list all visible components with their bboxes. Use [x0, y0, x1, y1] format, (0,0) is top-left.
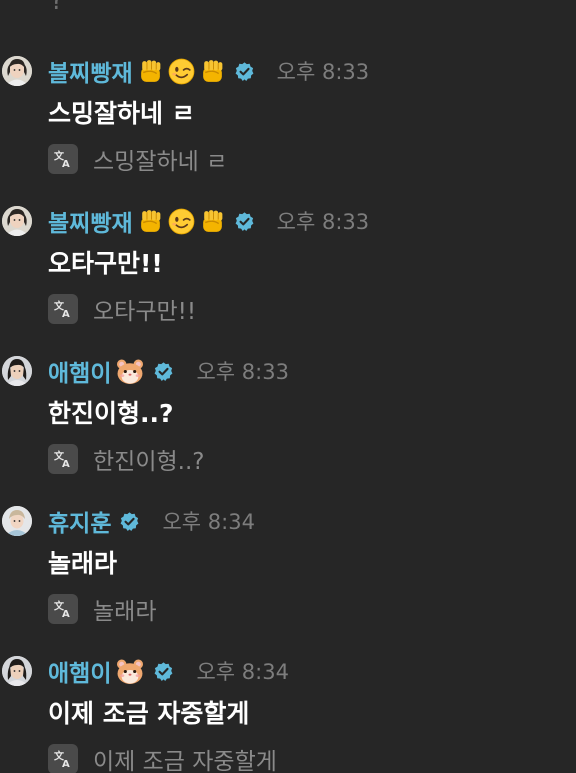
verified-badge-icon	[153, 361, 174, 382]
raised-fist-icon	[199, 208, 226, 235]
cut-off-message-text: ?	[50, 0, 64, 16]
translate-icon[interactable]	[48, 144, 78, 174]
chat-message: 애햄이 오후 8:34 이제 조금 자중할게 이제 조금 자중할게	[0, 654, 576, 773]
username[interactable]: 볼찌빵재	[48, 54, 133, 88]
timestamp: 오후 8:33	[196, 360, 289, 384]
translation-row[interactable]: 이제 조금 자중할게	[48, 742, 277, 773]
translated-text: 놀래라	[93, 599, 157, 625]
username[interactable]: 애햄이	[48, 354, 111, 388]
raised-fist-icon	[199, 58, 226, 85]
chat-message: 볼찌빵재 오후 8:33 스밍잘하네 ㄹ 스밍잘하네 ㄹ	[0, 54, 576, 204]
message-header: 볼찌빵재 오후 8:33	[48, 204, 369, 238]
avatar[interactable]	[2, 56, 32, 86]
chat-log: ? 볼찌빵재 오후 8:33 스밍잘하네 ㄹ 스밍잘하네 ㄹ 볼찌빵재 오후 8…	[0, 0, 576, 773]
verified-badge-icon	[153, 661, 174, 682]
translated-text: 이제 조금 자중할게	[93, 749, 277, 773]
verified-badge-icon	[234, 211, 255, 232]
translation-row[interactable]: 한진이형..?	[48, 442, 204, 476]
translation-row[interactable]: 스밍잘하네 ㄹ	[48, 142, 227, 176]
chat-message: 애햄이 오후 8:33 한진이형..? 한진이형..?	[0, 354, 576, 504]
chat-message: 휴지훈 오후 8:34 놀래라 놀래라	[0, 504, 576, 654]
translation-row[interactable]: 오타구만!!	[48, 292, 196, 326]
raised-fist-icon	[137, 208, 164, 235]
message-text: 놀래라	[48, 549, 118, 578]
winking-face-icon	[168, 208, 195, 235]
verified-badge-icon	[234, 61, 255, 82]
timestamp: 오후 8:33	[276, 210, 370, 234]
hamster-face-icon	[115, 358, 145, 385]
timestamp: 오후 8:33	[276, 60, 370, 84]
username[interactable]: 휴지훈	[48, 504, 111, 538]
message-header: 휴지훈 오후 8:34	[48, 504, 255, 538]
message-text: 한진이형..?	[48, 399, 174, 428]
avatar[interactable]	[2, 506, 32, 536]
avatar[interactable]	[2, 206, 32, 236]
avatar[interactable]	[2, 656, 32, 686]
timestamp: 오후 8:34	[196, 660, 289, 684]
message-header: 볼찌빵재 오후 8:33	[48, 54, 369, 88]
translated-text: 오타구만!!	[93, 299, 197, 325]
raised-fist-icon	[137, 58, 164, 85]
chat-message: 볼찌빵재 오후 8:33 오타구만!! 오타구만!!	[0, 204, 576, 354]
avatar[interactable]	[2, 356, 32, 386]
translated-text: 스밍잘하네 ㄹ	[93, 149, 228, 175]
translation-row[interactable]: 놀래라	[48, 592, 156, 626]
translate-icon[interactable]	[48, 444, 78, 474]
verified-badge-icon	[119, 511, 140, 532]
message-text: 이제 조금 자중할게	[48, 699, 250, 728]
username[interactable]: 볼찌빵재	[48, 204, 133, 238]
timestamp: 오후 8:34	[162, 510, 255, 534]
message-header: 애햄이 오후 8:34	[48, 654, 289, 688]
username[interactable]: 애햄이	[48, 654, 111, 688]
message-text: 오타구만!!	[48, 249, 163, 278]
translate-icon[interactable]	[48, 294, 78, 324]
message-header: 애햄이 오후 8:33	[48, 354, 289, 388]
translate-icon[interactable]	[48, 744, 78, 773]
translate-icon[interactable]	[48, 594, 78, 624]
winking-face-icon	[168, 58, 195, 85]
translated-text: 한진이형..?	[93, 449, 205, 475]
message-text: 스밍잘하네 ㄹ	[48, 99, 195, 128]
hamster-face-icon	[115, 658, 145, 685]
